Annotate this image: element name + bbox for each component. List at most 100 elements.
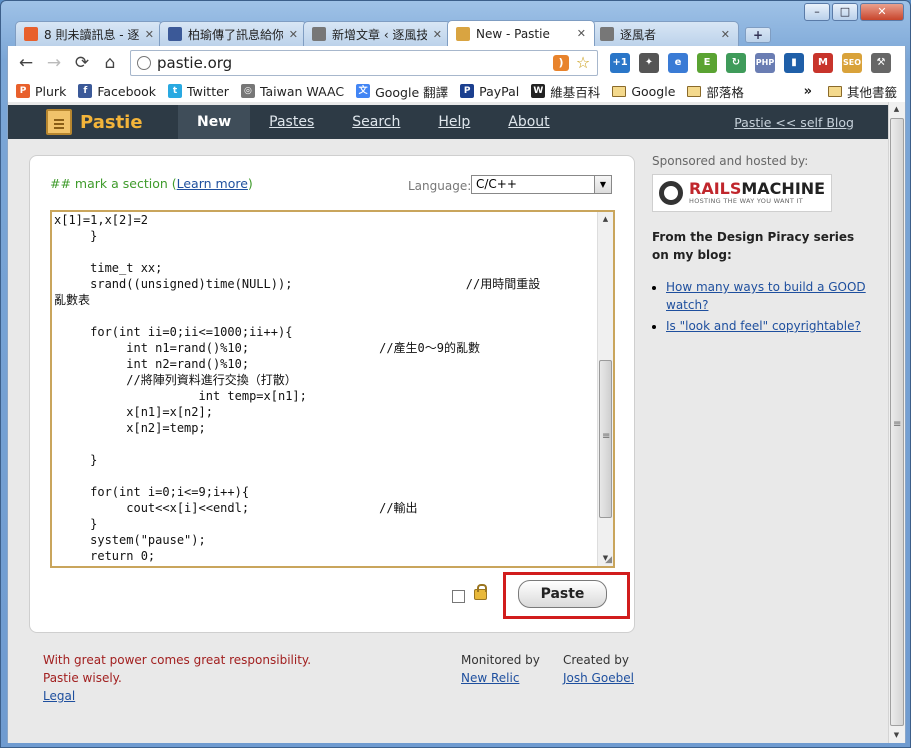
bookmark-label: 部落格 (706, 84, 744, 100)
tab-close-icon[interactable]: ✕ (577, 27, 586, 40)
tab-close-icon[interactable]: ✕ (289, 28, 298, 41)
code-line: int temp=x[n1]; (54, 389, 307, 403)
site-logo[interactable]: Pastie (8, 109, 178, 135)
url-text[interactable]: pastie.org (157, 54, 547, 72)
bookmark-google-translate[interactable]: 文 Google 翻譯 (356, 82, 448, 101)
resize-handle-icon[interactable]: ◢ (605, 555, 612, 565)
minimize-button[interactable]: – (804, 3, 830, 21)
gmail-ext-icon[interactable]: M (813, 53, 833, 73)
tab-close-icon[interactable]: ✕ (721, 28, 730, 41)
plurk-icon: P (16, 84, 30, 98)
bookmark-twitter[interactable]: t Twitter (168, 84, 229, 99)
bookmark-folder-blog[interactable]: 部落格 (687, 82, 744, 101)
bookmark-label: Google (631, 83, 676, 99)
bookmark-taiwan-waac[interactable]: ◎ Taiwan WAAC (240, 83, 345, 99)
bookmark-paypal[interactable]: P PayPal (460, 84, 519, 99)
code-line: srand((unsigned)time(NULL)); //用時間重設 (54, 277, 541, 291)
bookmark-other[interactable]: 其他書籤 (827, 82, 897, 101)
paste-form-panel: ## mark a section (Learn more) Language:… (29, 155, 635, 633)
reload-button[interactable]: ⟳ (70, 51, 94, 75)
code-textarea[interactable]: x[1]=1,x[2]=2 } time_t xx; srand((unsign… (50, 210, 615, 568)
tab-close-icon[interactable]: ✕ (433, 28, 442, 41)
footer-notice: With great power comes great responsibil… (43, 651, 311, 705)
home-button[interactable]: ⌂ (98, 51, 122, 75)
josh-goebel-link[interactable]: Josh Goebel (563, 669, 634, 687)
tab-blog[interactable]: 逐風者 ✕ (591, 21, 739, 46)
pastie-favicon-icon (456, 26, 470, 41)
blog-link-watch[interactable]: How many ways to build a GOOD watch? (666, 280, 866, 312)
sponsor-name-b: MACHINE (741, 179, 826, 198)
learn-more-link[interactable]: Learn more (177, 176, 248, 191)
nav-search[interactable]: Search (333, 105, 419, 139)
bookmarks-overflow-button[interactable]: » (804, 84, 812, 99)
bookmark-label: 其他書籤 (846, 84, 897, 100)
address-bar[interactable]: pastie.org ) ☆ (130, 50, 598, 76)
extension-icons: +1 ✦ e E ↻ PHP ▮ M SEO ⚒ (610, 53, 891, 73)
lock-icon (474, 584, 487, 600)
nav-about[interactable]: About (489, 105, 568, 139)
back-button[interactable]: ← (14, 51, 38, 75)
new-tab-button[interactable]: + (745, 27, 771, 43)
nav-help[interactable]: Help (419, 105, 489, 139)
forward-button[interactable]: → (42, 51, 66, 75)
wrench-icon[interactable]: ⚒ (871, 53, 891, 73)
legal-link[interactable]: Legal (43, 689, 75, 703)
bookmark-wikipedia[interactable]: W 維基百科 (531, 82, 600, 101)
sidebar: Sponsored and hosted by: RAILSMACHINE HO… (652, 154, 872, 338)
tab-plurk[interactable]: 8 則未讀訊息 - 逐風 ✕ (15, 21, 163, 46)
evernote-ext-icon[interactable]: E (697, 53, 717, 73)
scroll-up-icon[interactable]: ▲ (889, 102, 904, 117)
blog-link-copyright[interactable]: Is "look and feel" copyrightable? (666, 319, 861, 333)
sponsor-name: RAILSMACHINE (689, 181, 825, 197)
page-scrollbar[interactable]: ▲ ▼ (888, 102, 905, 743)
nav-new[interactable]: New (178, 105, 251, 139)
code-content: x[1]=1,x[2]=2 } time_t xx; srand((unsign… (52, 212, 613, 564)
blog-links-list: How many ways to build a GOOD watch? Is … (652, 278, 872, 335)
stats-ext-icon[interactable]: ▮ (784, 53, 804, 73)
page-scroll-thumb[interactable] (890, 118, 904, 726)
private-checkbox[interactable] (452, 590, 465, 603)
rss-icon[interactable]: ) (553, 55, 569, 71)
bookmark-label: PayPal (479, 83, 520, 99)
bookmark-plurk[interactable]: P Plurk (16, 84, 66, 99)
gear-icon (659, 181, 683, 205)
plus-one-ext-icon[interactable]: +1 (610, 53, 630, 73)
globe-favicon-icon (600, 27, 614, 41)
tab-pastie[interactable]: New - Pastie ✕ (447, 20, 595, 46)
bookmark-label: Plurk (35, 83, 67, 99)
blog-link[interactable]: Pastie << self Blog (734, 115, 854, 130)
tab-facebook[interactable]: 柏瑜傳了訊息給你 ✕ (159, 21, 307, 46)
bookmark-folder-google[interactable]: Google (612, 84, 675, 99)
tab-new-post[interactable]: 新增文章 ‹ 逐風技術 ✕ (303, 21, 451, 46)
sync-ext-icon[interactable]: ↻ (726, 53, 746, 73)
close-window-button[interactable]: ✕ (860, 3, 904, 21)
scroll-thumb[interactable] (599, 360, 612, 518)
nav-pastes[interactable]: Pastes (250, 105, 333, 139)
ie-tab-ext-icon[interactable]: e (668, 53, 688, 73)
bookmark-label: Taiwan WAAC (259, 83, 345, 99)
paste-button[interactable]: Paste (518, 580, 607, 608)
railsmachine-logo[interactable]: RAILSMACHINE HOSTING THE WAY YOU WANT IT (652, 174, 832, 212)
wikipedia-icon: W (531, 84, 546, 98)
bookmark-facebook[interactable]: f Facebook (78, 84, 156, 99)
star-icon[interactable]: ☆ (575, 55, 591, 71)
scroll-up-icon[interactable]: ▲ (598, 212, 613, 227)
mark-section-hint: ## mark a section (Learn more) (50, 176, 253, 191)
maximize-button[interactable]: □ (832, 3, 858, 21)
power-line-2: Pastie wisely. (43, 671, 122, 685)
code-line: time_t xx; (54, 261, 163, 275)
twitter-icon: t (168, 84, 183, 98)
new-relic-link[interactable]: New Relic (461, 669, 540, 687)
php-ext-icon[interactable]: PHP (755, 53, 775, 73)
seo-ext-icon[interactable]: SEO (842, 53, 862, 73)
code-scrollbar[interactable]: ▲ ▼ (597, 212, 613, 566)
window-controls: – □ ✕ (804, 3, 904, 21)
sponsor-name-a: RAILS (689, 179, 742, 198)
list-item: How many ways to build a GOOD watch? (666, 278, 872, 314)
scroll-down-icon[interactable]: ▼ (889, 728, 904, 743)
language-select[interactable]: C/C++ ▼ (471, 175, 612, 194)
bug-ext-icon[interactable]: ✦ (639, 53, 659, 73)
tab-close-icon[interactable]: ✕ (145, 28, 154, 41)
tab-title: 逐風者 (620, 27, 657, 42)
